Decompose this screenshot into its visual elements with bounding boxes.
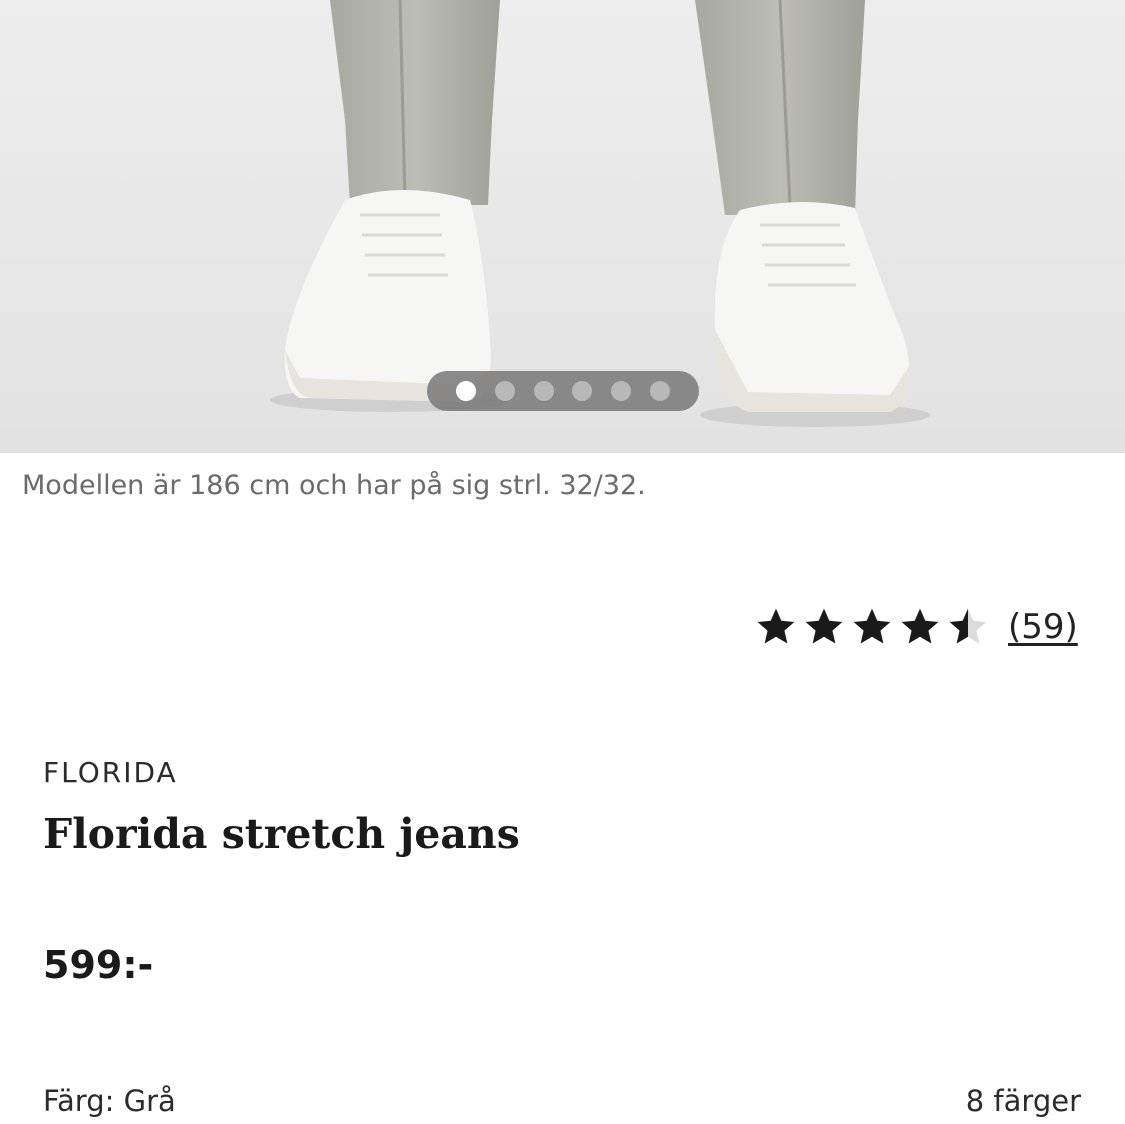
review-count-link[interactable]: (59) xyxy=(1008,607,1078,647)
product-title: Florida stretch jeans xyxy=(43,810,520,858)
model-size-caption: Modellen är 186 cm och har på sig strl. … xyxy=(22,470,646,501)
carousel-dot-3[interactable] xyxy=(533,381,554,401)
star-icon xyxy=(757,608,795,644)
product-brand: FLORIDA xyxy=(43,756,178,789)
carousel-dot-4[interactable] xyxy=(572,381,593,401)
color-options-link[interactable]: 8 färger xyxy=(966,1084,1081,1118)
carousel-dot-2[interactable] xyxy=(494,381,515,401)
star-icon xyxy=(853,608,891,644)
rating-stars xyxy=(754,605,990,649)
carousel-pagination xyxy=(427,371,699,411)
carousel-dot-5[interactable] xyxy=(611,381,632,401)
selected-color-label: Färg: Grå xyxy=(43,1084,176,1118)
carousel-dot-6[interactable] xyxy=(650,381,671,401)
carousel-dot-1[interactable] xyxy=(455,381,476,401)
half-star-icon xyxy=(949,608,987,644)
product-price: 599:- xyxy=(43,943,154,987)
star-icon xyxy=(805,608,843,644)
rating-summary[interactable]: (59) xyxy=(754,602,1078,652)
star-icon xyxy=(901,608,939,644)
product-image-gallery[interactable] xyxy=(0,0,1125,453)
